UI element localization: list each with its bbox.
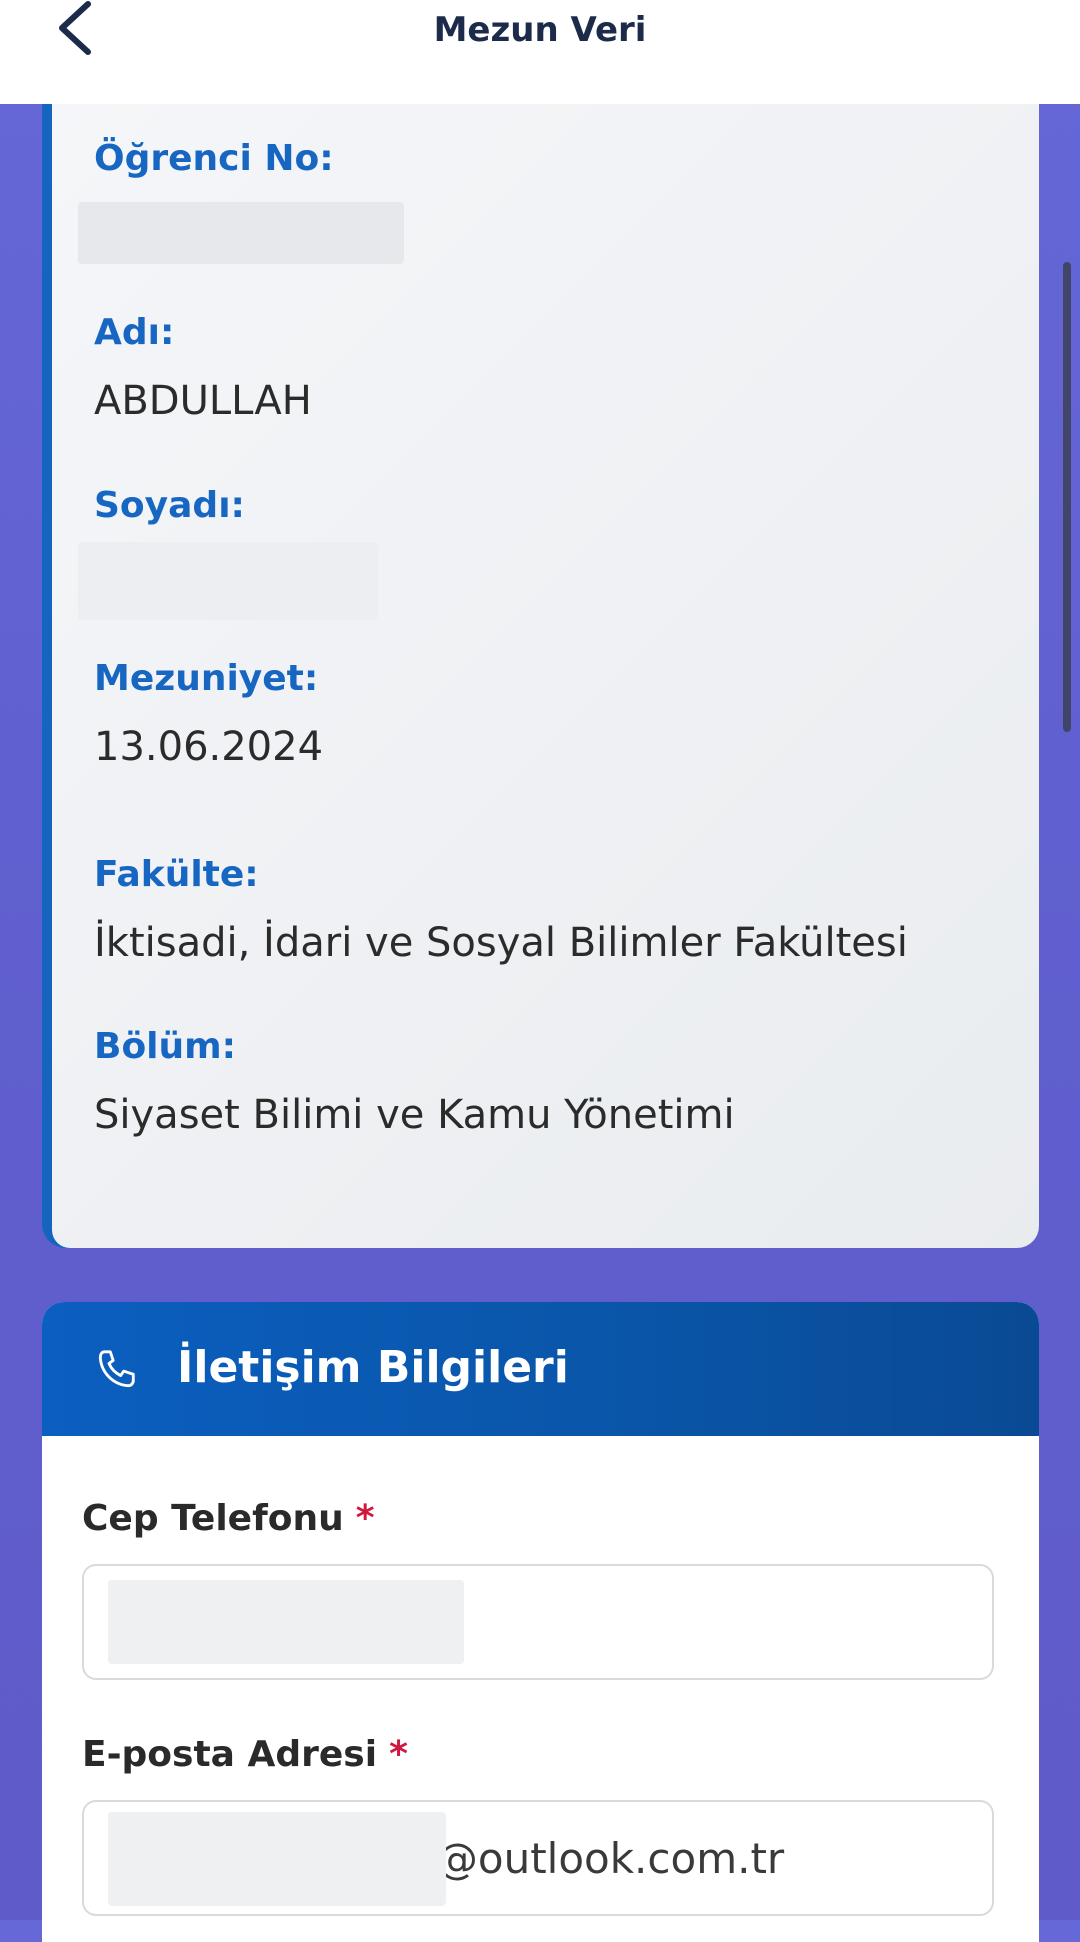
contact-info-header: İletişim Bilgileri	[42, 1302, 1039, 1436]
required-marker: *	[355, 1498, 375, 1539]
email-input[interactable]: s@outlook.com.tr	[82, 1800, 994, 1916]
student-no-value-redacted	[78, 202, 404, 264]
graduation-value: 13.06.2024	[94, 724, 324, 770]
phone-input[interactable]	[82, 1564, 994, 1680]
student-no-label: Öğrenci No:	[94, 138, 334, 179]
phone-label: Cep Telefonu *	[82, 1498, 375, 1539]
contact-info-card: İletişim Bilgileri Cep Telefonu * E-posta…	[42, 1302, 1039, 1942]
email-label: E-posta Adresi *	[82, 1734, 408, 1775]
department-value: Siyaset Bilimi ve Kamu Yönetimi	[94, 1092, 735, 1138]
top-navigation-bar: Mezun Veri	[0, 0, 1080, 104]
faculty-label: Fakülte:	[94, 854, 259, 895]
department-label: Bölüm:	[94, 1026, 237, 1067]
surname-value-redacted	[78, 542, 378, 620]
phone-icon	[98, 1350, 135, 1388]
email-input-value: s@outlook.com.tr	[414, 1834, 785, 1883]
graduation-label: Mezuniyet:	[94, 658, 319, 699]
page-title: Mezun Veri	[433, 10, 647, 50]
email-value-redacted	[108, 1812, 446, 1906]
surname-label: Soyadı:	[94, 485, 245, 526]
name-value: ABDULLAH	[94, 378, 312, 424]
student-info-panel: Öğrenci No: Adı: ABDULLAH Soyadı: Mezuni…	[52, 80, 1039, 1248]
email-label-text: E-posta Adresi	[82, 1734, 378, 1775]
scrollbar[interactable]	[1063, 262, 1071, 732]
name-label: Adı:	[94, 312, 175, 353]
faculty-value: İktisadi, İdari ve Sosyal Bilimler Fakül…	[94, 920, 908, 966]
required-marker: *	[389, 1734, 408, 1775]
contact-info-title: İletişim Bilgileri	[177, 1342, 569, 1393]
phone-label-text: Cep Telefonu	[82, 1498, 344, 1539]
phone-value-redacted	[108, 1580, 464, 1664]
student-info-card: Öğrenci No: Adı: ABDULLAH Soyadı: Mezuni…	[42, 80, 1039, 1248]
